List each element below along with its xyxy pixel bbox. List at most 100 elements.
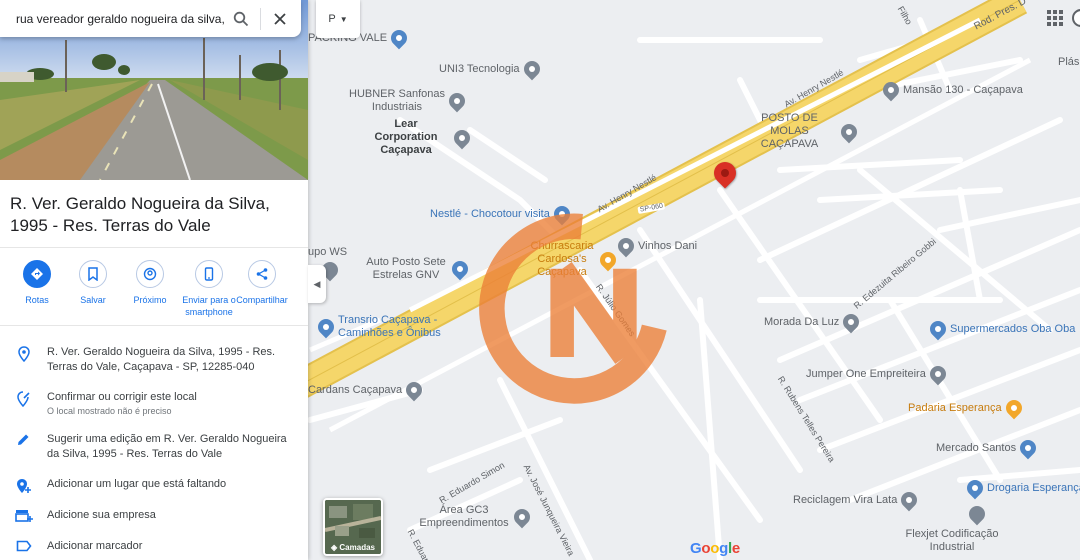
poi-cardans[interactable]: Cardans Caçapava [308,378,426,402]
add-place-text: Adicionar um lugar que está faltando [47,478,227,490]
action-label: Rotas [25,295,49,305]
poi-label: Reciclagem Vira Lata [793,493,898,506]
poi-uni3[interactable]: UNI3 Tecnologia [439,57,543,81]
poi-hubner[interactable]: HUBNER Sanfonas Industriais [349,88,469,114]
confirm-title: Confirmar ou corrigir este local [47,391,197,403]
nearby-icon [136,260,164,288]
layers-button[interactable]: ◈ Camadas [323,498,383,556]
poi-label: Drogaria Esperança [987,481,1080,494]
watermark-logo [479,213,667,404]
poi-label: Mansão 130 - Caçapava [903,83,1023,96]
bakery-pin-icon [1002,396,1025,420]
action-bar: Rotas Salvar Próximo Enviar para o smart… [0,258,308,322]
poi-label: Transrio Caçapava - Caminhões e Ônibus [338,314,441,339]
phone-icon [195,260,223,288]
poi-label: upo WS [308,246,348,258]
place-pin-icon [387,26,411,50]
place-pin-icon [450,126,474,149]
place-pin-icon [445,89,469,113]
place-pin-icon [837,120,861,143]
place-pin-icon [839,310,863,334]
layers-label: ◈ Camadas [325,543,381,552]
poi-padaria[interactable]: Padaria Esperança [908,396,1025,420]
search-divider [260,7,261,30]
parking-filter-label: P [328,13,336,25]
add-place-row[interactable]: Adicionar um lugar que está faltando [0,477,308,494]
poi-label: HUBNER Sanfonas Industriais [349,88,445,113]
add-business-row[interactable]: Adicione sua empresa [0,508,308,523]
poi-flexjet[interactable]: Flexjet Codificação Industrial [898,528,1006,554]
poi-lear[interactable]: Lear Corporation Caçapava [362,118,474,157]
pharmacy-pin-icon [963,476,987,500]
chevron-down-icon: ▼ [339,14,348,24]
poi-label: Área GC3 Empreendimentos [419,504,509,529]
place-pin-icon [314,315,338,339]
poi-jumper[interactable]: Jumper One Empreiteira [806,362,950,386]
layers-text: Camadas [339,543,375,552]
poi-label: Plás [1058,56,1080,68]
layer-filter-button[interactable]: P ▼ [316,0,360,38]
close-icon[interactable] [265,4,295,34]
shopping-pin-icon [1016,436,1040,460]
poi-label: Lear Corporation Caçapava [374,118,438,156]
poi-drogaria[interactable]: Drogaria Esperança [963,476,1080,500]
google-letter: o [710,540,720,557]
action-label: Compartilhar [236,295,288,305]
pencil-icon [0,432,47,446]
poi-plas[interactable]: Plás [1058,56,1079,69]
poi-auto-posto[interactable]: Auto Posto Sete Estrelas GNV [364,256,472,282]
edit-location-icon [0,390,47,407]
poi-label: Cardans Caçapava [308,383,403,396]
poi-label: Mercado Santos [936,441,1017,454]
poi-label: Auto Posto Sete Estrelas GNV [366,256,446,281]
add-label-text: Adicionar marcador [47,540,143,552]
shopping-pin-icon [926,317,950,341]
add-label-row[interactable]: Adicionar marcador [0,539,308,554]
bookmark-icon [79,260,107,288]
poi-supermercados[interactable]: Supermercados Oba Oba [926,317,1075,341]
layers-icon: ◈ [331,543,338,552]
poi-posto-molas[interactable]: POSTO DE MOLAS CAÇAPAVA [742,112,861,151]
search-input[interactable] [16,11,226,26]
confirm-subtitle: O local mostrado não é preciso [47,406,172,416]
poi-mercado[interactable]: Mercado Santos [936,436,1040,460]
collapse-panel-button[interactable]: ◀ [308,265,326,303]
directions-icon [23,260,51,288]
poi-morada[interactable]: Morada Da Luz [764,310,863,334]
label-icon [0,539,47,552]
place-pin-icon [879,78,903,102]
search-icon[interactable] [226,4,256,34]
place-details-panel: R. Ver. Geraldo Nogueira da Silva, 1995 … [0,0,308,560]
google-letter: o [701,540,711,557]
suggest-edit-row[interactable]: Sugerir uma edição em R. Ver. Geraldo No… [0,432,308,462]
share-button[interactable]: Compartilhar [225,258,299,306]
google-letter: g [719,540,728,557]
confirm-location-row[interactable]: Confirmar ou corrigir este local O local… [0,390,308,417]
poi-label: Morada Da Luz [764,315,840,328]
apps-grid-icon[interactable] [1046,9,1064,27]
add-business-icon [0,508,47,523]
place-title: R. Ver. Geraldo Nogueira da Silva, 1995 … [10,194,270,235]
poi-grupo-ws[interactable]: upo WS [308,246,347,259]
poi-reciclagem[interactable]: Reciclagem Vira Lata [793,488,921,512]
poi-area-gc3[interactable]: Área GC3 Empreendimentos [418,504,534,530]
action-label: Salvar [80,295,106,305]
address-row[interactable]: R. Ver. Geraldo Nogueira da Silva, 1995 … [0,345,308,375]
search-bar [0,0,301,37]
place-pin-icon [510,505,534,529]
poi-label: Jumper One Empreiteira [806,367,926,380]
place-pin-icon [898,488,921,512]
add-location-icon [0,477,47,494]
gas-station-pin-icon [448,257,472,281]
google-logo: Google [690,540,740,557]
add-business-text: Adicione sua empresa [47,509,156,521]
poi-mansao[interactable]: Mansão 130 - Caçapava [879,78,1023,102]
chevron-left-icon: ◀ [313,278,321,289]
google-letter: G [690,540,702,557]
divider [0,247,308,248]
place-pin-icon [402,378,426,402]
google-letter: e [731,540,740,557]
suggest-edit-text: Sugerir uma edição em R. Ver. Geraldo No… [47,433,287,460]
location-pin-icon [0,345,47,362]
poi-transrio[interactable]: Transrio Caçapava - Caminhões e Ônibus [314,314,458,340]
